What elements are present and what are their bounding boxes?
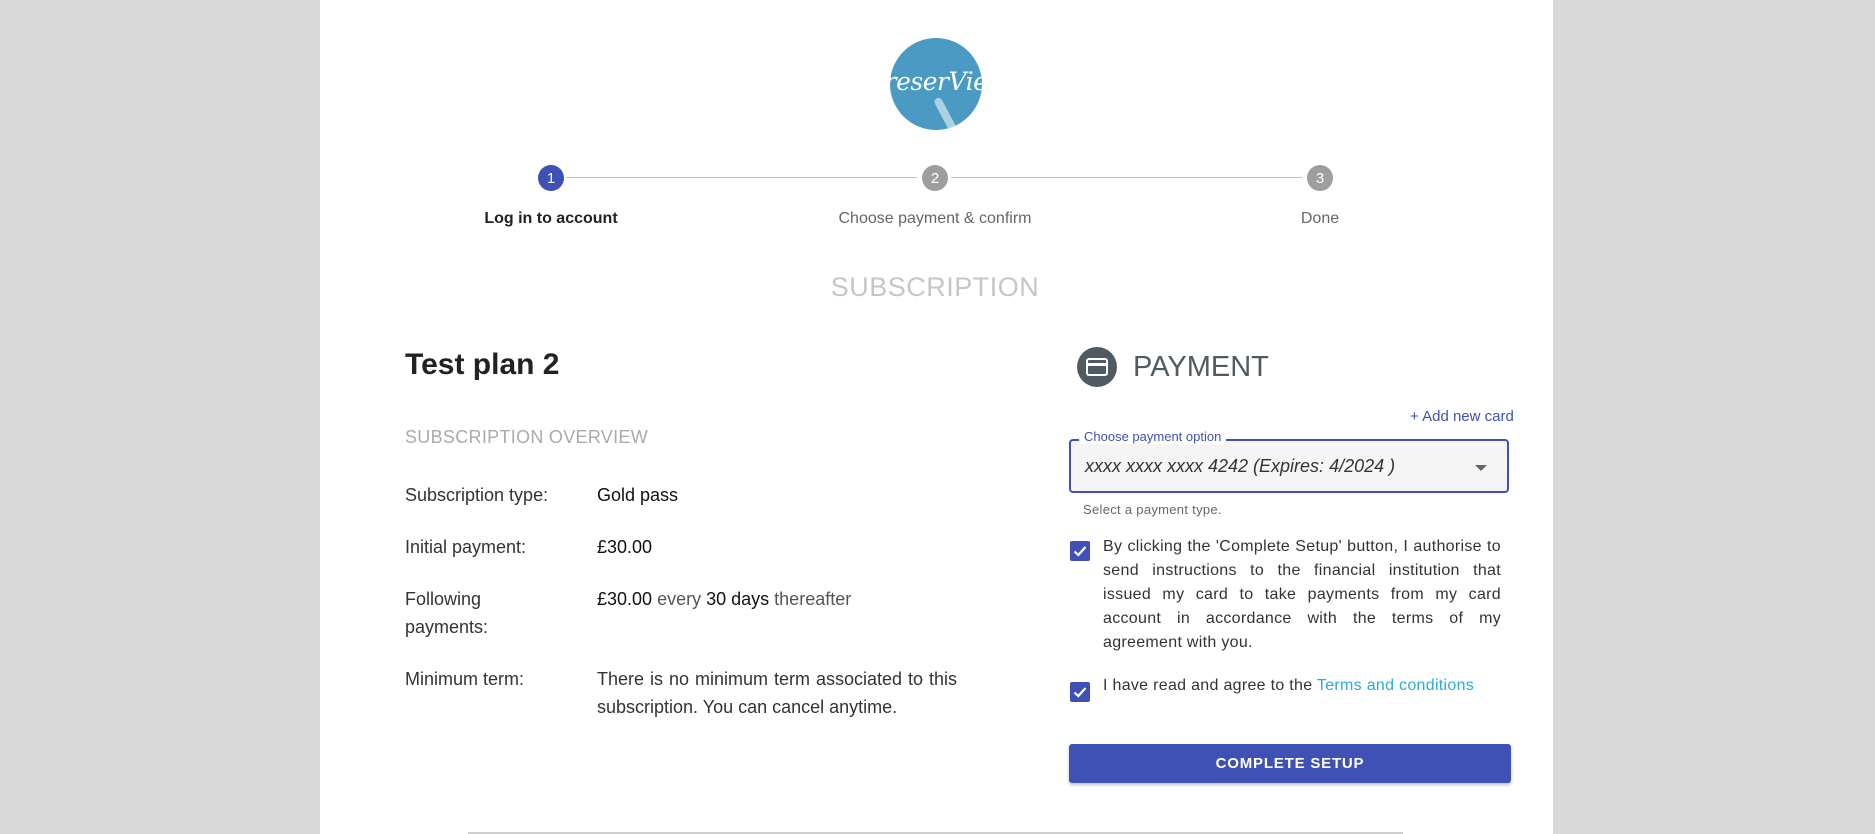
complete-setup-button[interactable]: COMPLETE SETUP [1069, 744, 1511, 783]
following-period: 30 days [706, 589, 770, 609]
payment-option-value: xxxx xxxx xxxx 4242 (Expires: 4/2024 ) [1085, 456, 1396, 476]
terms-and-conditions-link[interactable]: Terms and conditions [1317, 677, 1474, 694]
step-2-circle: 2 [922, 165, 948, 191]
minimum-term-value: There is no minimum term associated to t… [597, 669, 957, 717]
agree-terms-checkbox[interactable] [1070, 682, 1090, 702]
overview-title: SUBSCRIPTION OVERVIEW [405, 427, 649, 447]
agree-terms-label: I have read and agree to the [1103, 677, 1317, 694]
payment-option-help: Select a payment type. [1083, 502, 1222, 517]
add-new-card-link[interactable]: + Add new card [1410, 408, 1514, 425]
checkmark-icon [1073, 687, 1087, 698]
brand-logo: reserVie [890, 38, 982, 130]
agree-terms-text: I have read and agree to the Terms and c… [1103, 677, 1474, 695]
section-heading-wrap: SUBSCRIPTION [720, 272, 1150, 303]
subscription-type-label: Subscription type: [405, 485, 549, 505]
following-payments-label: Following payments: [405, 585, 488, 641]
checkmark-icon [1073, 546, 1087, 557]
following-label-line1: Following [405, 589, 482, 609]
stepper-connector-2 [951, 177, 1302, 178]
following-label-line2: payments: [405, 617, 489, 637]
step-1-number: 1 [546, 169, 556, 187]
plan-title: Test plan 2 [405, 348, 560, 381]
payment-option-label: Choose payment option [1079, 429, 1227, 444]
logo-text: reserVie [890, 66, 982, 96]
following-amount: £30.00 [597, 589, 653, 609]
step-1-circle: 1 [538, 165, 564, 191]
section-heading: SUBSCRIPTION [830, 272, 1040, 302]
following-thereafter: thereafter [774, 589, 852, 609]
step-1-label: Log in to account [484, 210, 618, 227]
chevron-down-icon [1475, 465, 1487, 471]
following-payments-value: £30.00 every 30 days thereafter [597, 585, 851, 613]
step-3-circle: 3 [1307, 165, 1333, 191]
logo-sweep [933, 96, 959, 130]
step-3-number: 3 [1315, 169, 1325, 187]
subscription-type-value: Gold pass [597, 485, 679, 505]
payment-option-select[interactable]: xxxx xxxx xxxx 4242 (Expires: 4/2024 ) [1069, 439, 1509, 493]
authorise-checkbox[interactable] [1070, 541, 1090, 561]
credit-card-icon [1077, 347, 1117, 387]
initial-payment-value: £30.00 [597, 537, 653, 557]
stepper-connector-1 [566, 177, 917, 178]
initial-payment-label: Initial payment: [405, 537, 527, 557]
minimum-term-label: Minimum term: [405, 669, 525, 689]
step-3-label: Done [1300, 210, 1340, 227]
step-2-number: 2 [930, 169, 940, 187]
authorise-text: By clicking the 'Complete Setup' button,… [1103, 538, 1501, 651]
payment-title: PAYMENT [1133, 351, 1269, 383]
following-every: every [657, 589, 702, 609]
step-2-label: Choose payment & confirm [838, 210, 1032, 227]
